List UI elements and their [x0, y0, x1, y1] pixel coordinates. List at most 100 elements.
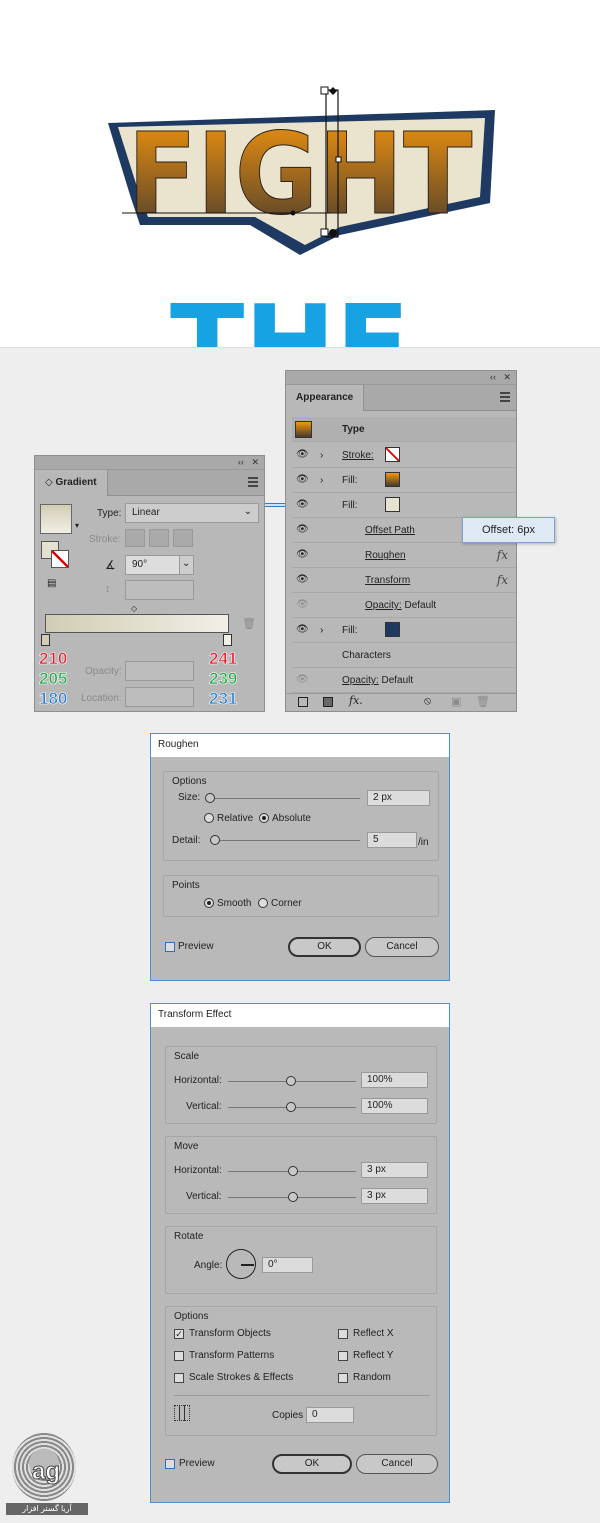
- opacity-field[interactable]: [125, 661, 194, 681]
- panel-menu-icon[interactable]: [500, 392, 510, 402]
- rotate-group: Rotate Angle: 0°: [165, 1226, 437, 1294]
- left-stop-values: 210 205 180: [39, 649, 68, 709]
- move-vertical-field[interactable]: 3 px: [361, 1188, 428, 1204]
- trash-icon[interactable]: 🗑: [476, 695, 490, 708]
- gradient-swatch[interactable]: [40, 504, 72, 534]
- appearance-row-stroke[interactable]: 👁 › Stroke:: [292, 443, 516, 468]
- ok-button[interactable]: OK: [288, 937, 361, 957]
- corner-radio[interactable]: [258, 898, 268, 908]
- random-checkbox[interactable]: [338, 1373, 348, 1383]
- close-icon[interactable]: ✕: [251, 457, 259, 468]
- transform-options-group: Options ✓ Transform Objects Transform Pa…: [165, 1306, 437, 1436]
- eye-icon[interactable]: 👁: [296, 599, 309, 611]
- chevron-right-icon[interactable]: ›: [320, 450, 323, 461]
- opacity-label: Opacity:: [85, 666, 122, 677]
- the-lettering: THE: [170, 295, 410, 347]
- size-field[interactable]: 2 px: [367, 790, 430, 806]
- relative-radio[interactable]: [204, 813, 214, 823]
- smooth-radio[interactable]: [204, 898, 214, 908]
- angle-dropdown[interactable]: ⌄: [179, 555, 194, 575]
- appearance-header-row[interactable]: Type: [292, 417, 516, 442]
- midpoint-diamond-icon[interactable]: ◇: [131, 604, 137, 613]
- location-field[interactable]: [125, 687, 194, 707]
- stroke-option-2[interactable]: [149, 529, 169, 547]
- appearance-row-opacity-2[interactable]: 👁 Opacity: Default: [292, 668, 516, 693]
- appearance-row-characters[interactable]: Characters: [292, 643, 516, 668]
- preview-checkbox[interactable]: [165, 942, 175, 952]
- appearance-row-fill-blue[interactable]: 👁 › Fill:: [292, 618, 516, 643]
- left-color-stop[interactable]: [41, 634, 50, 646]
- panel-menu-icon[interactable]: [248, 477, 258, 487]
- type-select[interactable]: Linear ⌄: [125, 503, 259, 523]
- scale-horizontal-field[interactable]: 100%: [361, 1072, 428, 1088]
- copies-field[interactable]: 0: [306, 1407, 354, 1423]
- chevron-right-icon[interactable]: ›: [320, 625, 323, 636]
- delete-stop-icon[interactable]: 🗑: [242, 617, 256, 630]
- scale-vertical-slider[interactable]: [228, 1102, 356, 1112]
- tab-gradient[interactable]: ◇ Gradient: [35, 470, 108, 496]
- gradient-slider[interactable]: [45, 614, 229, 633]
- eye-icon[interactable]: 👁: [296, 624, 309, 636]
- fill-swatch[interactable]: [385, 622, 400, 637]
- appearance-row-opacity[interactable]: 👁 Opacity: Default: [292, 593, 516, 618]
- scale-vertical-field[interactable]: 100%: [361, 1098, 428, 1114]
- reflect-y-checkbox[interactable]: [338, 1351, 348, 1361]
- tab-appearance[interactable]: Appearance: [286, 385, 365, 411]
- appearance-row-fill-gradient[interactable]: 👁 › Fill:: [292, 468, 516, 493]
- reverse-gradient-icon[interactable]: ▤: [47, 578, 56, 589]
- cancel-button[interactable]: Cancel: [365, 937, 439, 957]
- close-icon[interactable]: ✕: [503, 372, 511, 383]
- chevron-down-icon[interactable]: ▾: [75, 521, 79, 530]
- chevron-right-icon[interactable]: ›: [320, 475, 323, 486]
- transform-objects-checkbox[interactable]: ✓: [174, 1329, 184, 1339]
- angle-dial[interactable]: [226, 1249, 256, 1279]
- new-fill-icon[interactable]: [323, 697, 333, 707]
- move-horizontal-field[interactable]: 3 px: [361, 1162, 428, 1178]
- ok-button[interactable]: OK: [272, 1454, 352, 1474]
- aspect-ratio-field[interactable]: [125, 580, 194, 600]
- absolute-radio[interactable]: [259, 813, 269, 823]
- new-stroke-icon[interactable]: [298, 697, 308, 707]
- move-horizontal-slider[interactable]: [228, 1166, 356, 1176]
- scale-horizontal-slider[interactable]: [228, 1076, 356, 1086]
- eye-icon[interactable]: 👁: [296, 574, 309, 586]
- stroke-label: Stroke:: [89, 534, 121, 545]
- stroke-swatch[interactable]: [385, 447, 400, 462]
- preview-checkbox[interactable]: [165, 1459, 175, 1469]
- size-slider[interactable]: [205, 793, 360, 803]
- stroke-box[interactable]: [51, 550, 69, 568]
- fill-swatch[interactable]: [385, 472, 400, 487]
- eye-icon[interactable]: 👁: [296, 524, 309, 536]
- eye-icon[interactable]: 👁: [296, 449, 309, 461]
- watermark-glyph: ag: [31, 1458, 61, 1486]
- appearance-row-roughen[interactable]: 👁 Roughen fx: [292, 543, 516, 568]
- right-color-stop[interactable]: [223, 634, 232, 646]
- clear-appearance-icon[interactable]: ⦸: [424, 695, 431, 708]
- dialog-title: Transform Effect: [151, 1004, 449, 1027]
- move-vertical-slider[interactable]: [228, 1192, 356, 1202]
- appearance-footer: fx. ⦸ ▣ 🗑: [286, 693, 516, 711]
- eye-icon[interactable]: 👁: [296, 674, 309, 686]
- reference-point-icon[interactable]: [174, 1405, 190, 1421]
- fx-icon[interactable]: fx: [497, 573, 508, 587]
- scale-strokes-checkbox[interactable]: [174, 1373, 184, 1383]
- detail-slider[interactable]: [210, 835, 360, 845]
- fx-icon[interactable]: fx: [497, 548, 508, 562]
- add-effect-icon[interactable]: fx.: [349, 694, 363, 707]
- angle-icon: ∡: [105, 558, 116, 572]
- appearance-row-transform[interactable]: 👁 Transform fx: [292, 568, 516, 593]
- eye-icon[interactable]: 👁: [296, 474, 309, 486]
- angle-field[interactable]: 0°: [262, 1257, 313, 1273]
- eye-icon[interactable]: 👁: [296, 499, 309, 511]
- transform-patterns-checkbox[interactable]: [174, 1351, 184, 1361]
- stroke-option-3[interactable]: [173, 529, 193, 547]
- detail-field[interactable]: 5: [367, 832, 417, 848]
- duplicate-icon[interactable]: ▣: [451, 695, 461, 708]
- stroke-option-1[interactable]: [125, 529, 145, 547]
- fill-swatch[interactable]: [385, 497, 400, 512]
- appearance-row-fill-cream[interactable]: 👁 Fill:: [292, 493, 516, 518]
- angle-field[interactable]: 90°: [125, 555, 180, 575]
- eye-icon[interactable]: 👁: [296, 549, 309, 561]
- reflect-x-checkbox[interactable]: [338, 1329, 348, 1339]
- cancel-button[interactable]: Cancel: [356, 1454, 438, 1474]
